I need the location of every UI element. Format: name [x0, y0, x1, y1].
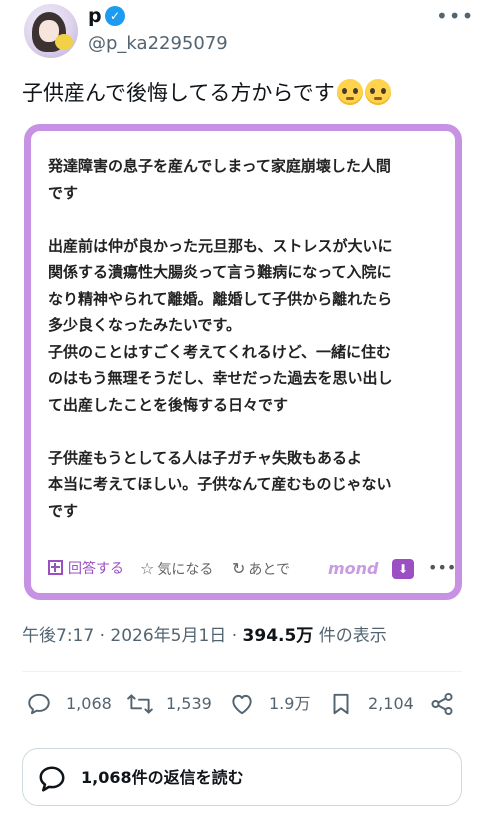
engagement-bar: 1,068 1,539 1.9万 2,104	[0, 686, 480, 722]
avatar-charm	[55, 34, 73, 50]
view-count-label: 件の表示	[318, 626, 387, 646]
answer-action: 回答する	[48, 557, 124, 581]
later-icon: ↻	[232, 559, 246, 578]
tweet-date[interactable]: 2026年5月1日	[110, 626, 226, 646]
tweet-text-body: 子供産んで後悔してる方からです	[22, 81, 335, 105]
later-label: あとで	[248, 562, 290, 578]
view-count: 394.5万	[242, 626, 314, 646]
answer-label: 回答する	[68, 561, 124, 577]
divider	[22, 671, 462, 672]
pleading-face-emoji-icon	[364, 79, 391, 105]
attached-image-card[interactable]: 発達障害の息子を産んでしまって家庭崩壊した人間 です 出産前は仲が良かった元旦那…	[24, 124, 462, 600]
author-handle[interactable]: @p_ka2295079	[88, 32, 228, 56]
bookmark-count: 2,104	[368, 694, 414, 713]
speech-bubble-icon	[39, 766, 65, 792]
tweet-text: 子供産んで後悔してる方からです	[22, 78, 391, 108]
pleading-face-emoji-icon	[336, 79, 363, 105]
reply-icon	[28, 693, 50, 715]
read-replies-button[interactable]: 1,068件の返信を読む	[22, 748, 462, 806]
tweet-timestamp: 午後7:17 · 2026年5月1日 · 394.5万 件の表示	[22, 624, 387, 648]
download-icon: ⬇	[392, 559, 414, 579]
avatar[interactable]	[24, 4, 78, 58]
card-action-bar: 回答する ☆ 気になる ↻ あとで mond ⬇ •••	[48, 557, 456, 582]
tweet-header: p ✓ @p_ka2295079 •••	[0, 0, 480, 64]
verified-badge-icon: ✓	[105, 6, 125, 26]
retweet-count: 1,539	[166, 694, 212, 713]
retweet-icon	[127, 694, 153, 714]
card-question-text: 発達障害の息子を産んでしまって家庭崩壊した人間 です 出産前は仲が良かった元旦那…	[48, 157, 393, 520]
more-options-icon[interactable]: •••	[436, 4, 474, 28]
favorite-label: 気になる	[157, 562, 214, 578]
later-action: ↻ あとで	[232, 557, 290, 582]
card-more-icon: •••	[428, 558, 457, 577]
read-replies-label: 1,068件の返信を読む	[81, 768, 244, 787]
tweet-time[interactable]: 午後7:17	[22, 626, 94, 646]
heart-icon	[232, 694, 252, 715]
star-icon: ☆	[140, 559, 155, 578]
author-display-name[interactable]: p	[88, 4, 102, 28]
separator-dot: ·	[99, 626, 105, 646]
favorite-action: ☆ 気になる	[140, 557, 213, 582]
answer-icon	[48, 560, 63, 575]
share-icon	[431, 692, 453, 716]
separator-dot: ·	[231, 626, 238, 646]
reply-count: 1,068	[66, 694, 112, 713]
bookmark-icon	[333, 693, 349, 715]
mond-logo: mond	[328, 559, 379, 578]
like-count: 1.9万	[269, 694, 311, 713]
